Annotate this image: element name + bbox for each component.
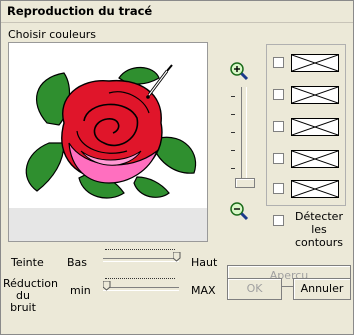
choose-colors-label: Choisir couleurs bbox=[8, 28, 97, 41]
color-checkbox[interactable] bbox=[273, 183, 284, 194]
color-row bbox=[273, 117, 343, 139]
color-swatch-empty[interactable] bbox=[291, 86, 339, 104]
noise-min-label: min bbox=[70, 284, 91, 297]
color-swatch-empty[interactable] bbox=[291, 118, 339, 136]
noise-max-label: MAX bbox=[191, 284, 216, 297]
noise-slider-ticks bbox=[105, 278, 175, 281]
color-checkbox[interactable] bbox=[273, 89, 284, 100]
title-bar: Reproduction du tracé bbox=[1, 1, 353, 23]
color-checkbox[interactable] bbox=[273, 57, 284, 68]
noise-label-line2: du bruit bbox=[10, 289, 36, 314]
noise-slider-track bbox=[103, 287, 179, 291]
color-row bbox=[273, 149, 343, 171]
color-swatch-empty[interactable] bbox=[291, 150, 339, 168]
ok-button[interactable]: OK bbox=[227, 278, 282, 300]
detect-contours-checkbox[interactable] bbox=[273, 215, 284, 226]
zoom-tick bbox=[231, 168, 235, 169]
rose-image bbox=[25, 64, 197, 199]
color-row bbox=[273, 85, 343, 107]
zoom-slider-thumb[interactable] bbox=[235, 178, 255, 188]
zoom-tick bbox=[231, 132, 235, 133]
zoom-tick bbox=[231, 150, 235, 151]
color-checkbox[interactable] bbox=[273, 121, 284, 132]
tint-label: Teinte bbox=[11, 256, 44, 269]
color-row bbox=[273, 179, 343, 201]
image-preview-bottom bbox=[9, 208, 207, 241]
noise-slider[interactable] bbox=[103, 276, 183, 294]
tint-slider-thumb[interactable] bbox=[173, 252, 181, 262]
tint-slider[interactable] bbox=[103, 247, 183, 265]
color-swatch-empty[interactable] bbox=[291, 54, 339, 72]
color-checkbox[interactable] bbox=[273, 153, 284, 164]
window-title: Reproduction du tracé bbox=[7, 4, 153, 18]
zoom-tick bbox=[231, 114, 235, 115]
noise-label: Réduction du bruit bbox=[3, 278, 58, 314]
color-row bbox=[273, 53, 343, 75]
noise-slider-thumb[interactable] bbox=[103, 281, 111, 291]
zoom-out-icon[interactable] bbox=[229, 201, 249, 221]
tint-min-label: Bas bbox=[67, 256, 88, 269]
dialog-window: Reproduction du tracé Choisir couleurs D… bbox=[0, 0, 354, 335]
color-swatch-empty[interactable] bbox=[291, 180, 339, 198]
image-preview bbox=[8, 42, 208, 242]
detect-contours-label: Détecter les contours bbox=[294, 210, 344, 249]
cancel-button[interactable]: Annuler bbox=[293, 278, 351, 300]
zoom-in-icon[interactable] bbox=[229, 61, 249, 81]
tint-max-label: Haut bbox=[191, 256, 218, 269]
tint-slider-track bbox=[103, 258, 179, 262]
zoom-tick bbox=[231, 96, 235, 97]
zoom-slider[interactable] bbox=[241, 87, 247, 187]
tint-slider-ticks bbox=[105, 249, 175, 252]
